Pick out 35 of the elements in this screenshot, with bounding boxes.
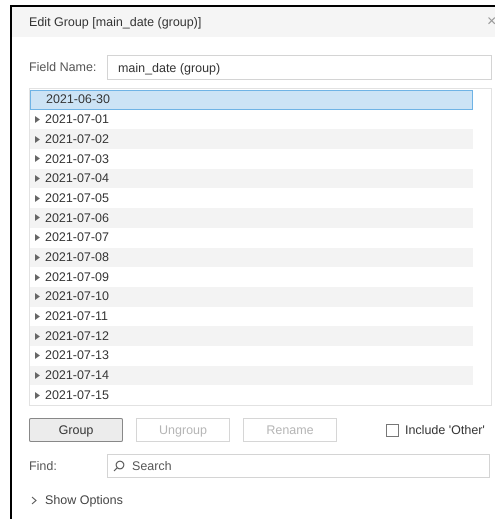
list-item[interactable]: 2021-06-30 (30, 90, 473, 110)
find-label: Find: (29, 458, 58, 475)
list-item[interactable]: 2021-07-06 (30, 208, 473, 228)
list-item[interactable]: 2021-07-11 (30, 306, 473, 326)
search-icon (113, 460, 125, 472)
search-field[interactable]: Search (107, 454, 490, 478)
field-label: Field Name: (29, 59, 98, 76)
expand-arrow-icon[interactable] (35, 155, 40, 162)
expand-arrow-icon[interactable] (35, 372, 40, 379)
list-item[interactable]: 2021-07-01 (30, 110, 473, 130)
expand-arrow-icon[interactable] (35, 234, 40, 242)
field-name-input[interactable]: main_date (group) (107, 55, 492, 80)
include-other-checkbox[interactable] (386, 424, 399, 436)
list-item[interactable]: 2021-07-08 (30, 248, 473, 268)
list-item[interactable]: 2021-07-12 (30, 326, 473, 346)
expand-arrow-icon[interactable] (35, 214, 40, 222)
expand-arrow-icon[interactable] (35, 194, 40, 202)
list-item[interactable]: 2021-07-04 (30, 168, 473, 188)
list-item[interactable]: 2021-07-14 (30, 366, 473, 386)
expand-arrow-icon[interactable] (35, 254, 40, 261)
expand-arrow-icon[interactable] (35, 293, 40, 300)
expand-arrow-icon[interactable] (35, 352, 40, 360)
expand-arrow-icon[interactable] (35, 392, 40, 399)
expand-arrow-icon[interactable] (35, 116, 40, 124)
expand-arrow-icon[interactable] (35, 332, 40, 340)
list-item[interactable]: 2021-07-10 (30, 286, 473, 307)
expand-arrow-icon[interactable] (35, 136, 40, 143)
action-button[interactable]: Group (29, 418, 123, 442)
window-title: Edit Group [main_date (group)] (29, 14, 202, 31)
expand-arrow-icon[interactable] (35, 175, 40, 182)
show-options-toggle[interactable]: Show Options (31, 491, 123, 510)
expand-arrow-icon[interactable] (35, 274, 40, 281)
list-item[interactable]: 2021-07-02 (30, 129, 473, 150)
checkbox-label: Include 'Other' (405, 422, 485, 439)
expand-arrow-icon[interactable] (35, 312, 40, 320)
